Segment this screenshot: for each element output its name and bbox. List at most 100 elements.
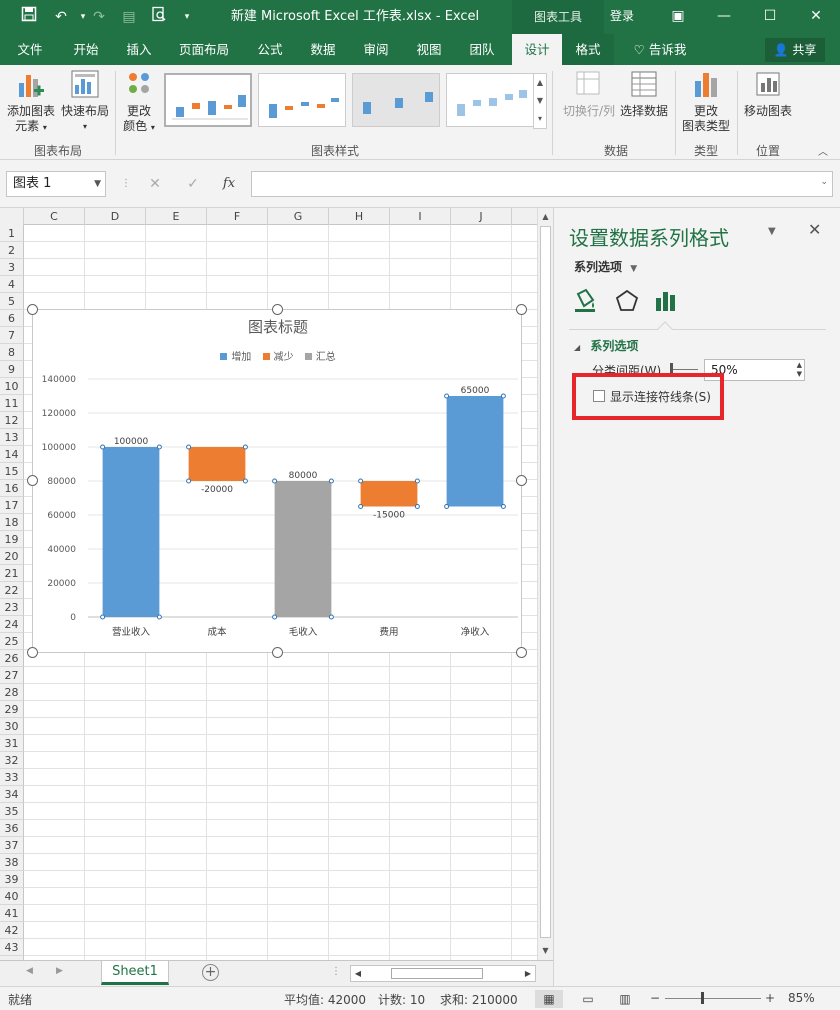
effects-icon[interactable] [613,288,641,314]
gap-width-slider[interactable] [670,369,698,370]
row-header-21[interactable]: 21 [0,565,24,582]
tab-page-layout[interactable]: 页面布局 [172,34,236,65]
zoom-out-icon[interactable]: − [650,991,660,1005]
resize-handle[interactable] [516,475,527,486]
tab-data[interactable]: 数据 [299,34,347,65]
undo-icon[interactable]: ↶ [50,6,72,28]
row-header-18[interactable]: 18 [0,514,24,531]
legend-item[interactable]: 减少 [262,348,294,363]
chart-style-3[interactable] [352,73,440,127]
horizontal-scrollbar[interactable]: ◀ ▶ [350,965,536,982]
change-colors-button[interactable]: 更改 颜色 ▾ [118,69,160,135]
ribbon-display-icon[interactable]: ▣ [655,0,701,34]
bar-2[interactable] [188,447,246,481]
bar-4[interactable] [360,481,418,507]
resize-handle[interactable] [516,647,527,658]
row-header-20[interactable]: 20 [0,548,24,565]
scroll-down-icon[interactable]: ▼ [538,943,553,958]
row-header-5[interactable]: 5 [0,293,24,310]
add-sheet-icon[interactable]: + [202,964,219,981]
resize-handle[interactable] [27,647,38,658]
row-header-7[interactable]: 7 [0,327,24,344]
tab-view[interactable]: 视图 [405,34,453,65]
pane-options-dropdown-icon[interactable]: ▼ [768,226,776,237]
tab-home[interactable]: 开始 [62,34,110,65]
series-options-section[interactable]: ◢ 系列选项 [574,337,638,354]
row-header-37[interactable]: 37 [0,837,24,854]
close-icon[interactable]: ✕ [793,0,839,34]
spin-up-icon[interactable]: ▲ [797,361,802,370]
row-header-38[interactable]: 38 [0,854,24,871]
collapse-ribbon-icon[interactable]: ︿ [818,143,828,158]
tab-team[interactable]: 团队 [458,34,506,65]
chart-area[interactable]: 0 20000 40000 60000 80000 100000 120000 140000 1… [32,309,522,653]
column-header-e[interactable]: E [146,208,207,225]
row-header-35[interactable]: 35 [0,803,24,820]
chart-style-2[interactable] [258,73,346,127]
scroll-up-icon[interactable]: ▲ [538,209,553,224]
formula-input[interactable]: ⌄ [251,171,833,197]
save-icon[interactable] [18,6,40,28]
row-header-40[interactable]: 40 [0,888,24,905]
print-preview-icon[interactable] [148,6,170,28]
zoom-level[interactable]: 85% [788,991,815,1005]
quick-layout-button[interactable]: 快速布局 ▾ [60,69,110,134]
row-header-15[interactable]: 15 [0,463,24,480]
enter-icon[interactable]: ✓ [177,171,209,197]
switch-row-column-button[interactable]: 切换行/列 [560,69,618,119]
row-header-11[interactable]: 11 [0,395,24,412]
insert-function-icon[interactable]: fx [213,171,245,197]
sheet-prev-icon[interactable]: ◀ [26,966,33,976]
redo-icon[interactable]: ↷ [88,6,110,28]
row-header-8[interactable]: 8 [0,344,24,361]
tab-design[interactable]: 设计 [512,34,562,65]
sheet-next-icon[interactable]: ▶ [56,966,63,976]
row-header-39[interactable]: 39 [0,871,24,888]
normal-view-icon[interactable]: ▦ [535,990,563,1008]
row-header-42[interactable]: 42 [0,922,24,939]
row-header-34[interactable]: 34 [0,786,24,803]
column-header-c[interactable]: C [24,208,85,225]
row-header-43[interactable]: 43 [0,939,24,956]
page-layout-view-icon[interactable]: ▭ [574,990,602,1008]
customize-qat-icon[interactable]: ▾ [176,6,198,28]
row-header-13[interactable]: 13 [0,429,24,446]
resize-handle[interactable] [27,304,38,315]
bar-3[interactable] [274,481,332,617]
select-all-corner[interactable] [0,208,24,225]
chart-style-4[interactable] [446,73,534,127]
tab-review[interactable]: 审阅 [352,34,400,65]
row-header-10[interactable]: 10 [0,378,24,395]
vertical-scrollbar[interactable]: ▲ ▼ [537,208,553,960]
chart-styles-scroll[interactable]: ▲ ▼ ▾ [533,73,547,129]
legend-item[interactable]: 汇总 [304,348,336,363]
tell-me-search[interactable]: ♡ 告诉我 [628,34,692,65]
share-button[interactable]: 👤 共享 [765,38,825,62]
row-header-41[interactable]: 41 [0,905,24,922]
pane-close-icon[interactable]: ✕ [808,220,821,239]
row-header-23[interactable]: 23 [0,599,24,616]
horizontal-scroll-thumb[interactable] [391,968,483,979]
legend-item[interactable]: 增加 [220,348,251,363]
chart-title[interactable]: 图表标题 [33,316,523,337]
minimize-icon[interactable]: — [701,0,747,34]
zoom-slider-knob[interactable] [701,992,704,1004]
row-header-12[interactable]: 12 [0,412,24,429]
bar-5[interactable] [446,396,504,507]
resize-handle[interactable] [272,647,283,658]
column-header-g[interactable]: G [268,208,329,225]
row-header-1[interactable]: 1 [0,225,24,242]
column-header-h[interactable]: H [329,208,390,225]
series-options-icon[interactable] [652,288,680,314]
column-header-i[interactable]: I [390,208,451,225]
move-chart-button[interactable]: 移动图表 [740,69,796,119]
row-header-27[interactable]: 27 [0,667,24,684]
row-header-26[interactable]: 26 [0,650,24,667]
resize-handle[interactable] [272,304,283,315]
cancel-icon[interactable]: ✕ [139,171,171,197]
row-header-4[interactable]: 4 [0,276,24,293]
bar-1[interactable] [102,447,160,617]
zoom-in-icon[interactable]: + [765,991,775,1005]
row-header-16[interactable]: 16 [0,480,24,497]
page-break-view-icon[interactable]: ▥ [611,990,639,1008]
